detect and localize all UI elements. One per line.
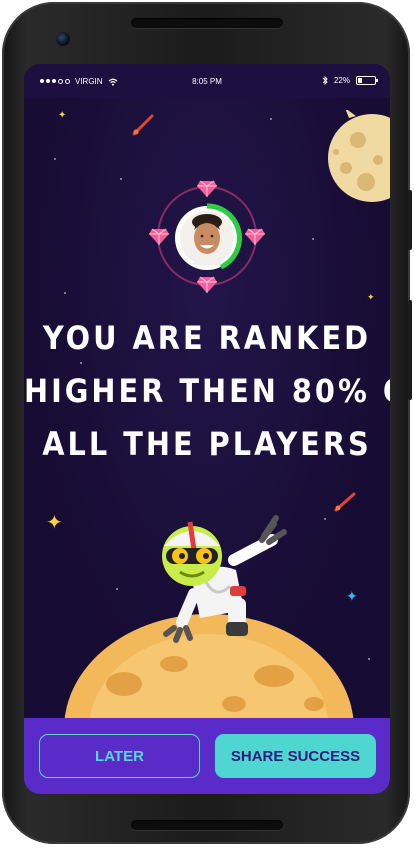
gem-icon (245, 228, 265, 245)
power-button (408, 190, 412, 250)
volume-button (408, 300, 412, 400)
later-button[interactable]: LATER (39, 734, 200, 778)
rank-headline: YOU ARE RANKED HIGHER THEN 80% OF ALL TH… (24, 312, 390, 471)
tiny-star (120, 178, 122, 180)
comet-icon (334, 492, 356, 512)
tiny-star (324, 518, 326, 520)
headline-line: ALL THE PLAYERS (42, 425, 372, 463)
share-success-button[interactable]: SHARE SUCCESS (215, 734, 376, 778)
gem-icon (197, 180, 217, 197)
comet-icon (132, 114, 154, 136)
status-right: 22% (322, 76, 378, 85)
app-screen: VIRGIN 8:05 PM 22% ✦ ✦ ✦ ✦ YOU ARE RANKE… (24, 64, 390, 794)
tiny-star (312, 238, 314, 240)
top-speaker (131, 18, 283, 28)
battery-percent: 22% (333, 76, 350, 85)
status-bar: VIRGIN 8:05 PM 22% (24, 64, 390, 98)
tiny-star (116, 588, 118, 590)
tiny-star (270, 118, 272, 120)
bottom-speaker (131, 820, 283, 830)
astronaut-mascot (162, 515, 287, 643)
avatar (180, 211, 234, 265)
headline-line: YOU ARE RANKED (42, 319, 372, 357)
bluetooth-icon (322, 76, 328, 85)
gem-icon (149, 228, 169, 245)
headline-line: HIGHER THEN 80% OF (24, 372, 390, 410)
gem-icon (197, 276, 217, 293)
tiny-star (368, 658, 370, 660)
tiny-star (64, 292, 66, 294)
star-icon: ✦ (46, 510, 63, 534)
star-icon: ✦ (346, 589, 358, 605)
star-icon: ✦ (58, 110, 67, 121)
star-icon: ✦ (367, 293, 375, 303)
moon-icon (328, 110, 390, 202)
tiny-star (54, 158, 56, 160)
battery-icon (356, 76, 378, 85)
front-camera (56, 32, 70, 46)
